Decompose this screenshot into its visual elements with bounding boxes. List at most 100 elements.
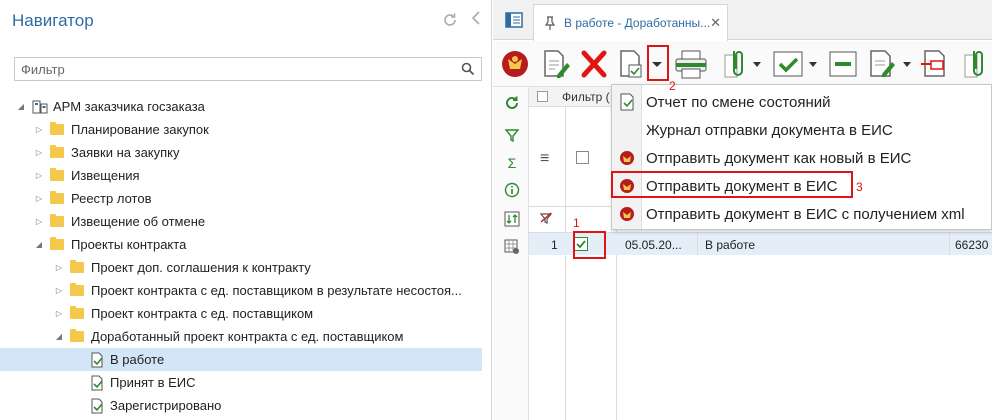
annotation-box-3 (611, 171, 853, 198)
collapsed-icon[interactable]: ▷ (34, 194, 44, 204)
expanded-icon[interactable]: ◢ (54, 332, 64, 342)
cell-status: В работе (705, 238, 756, 252)
delete-button[interactable] (579, 47, 609, 81)
expanded-icon[interactable]: ◢ (16, 102, 26, 112)
collapsed-icon[interactable]: ▷ (54, 263, 64, 273)
annotation-box-2 (647, 45, 669, 81)
tab-in-progress[interactable]: В работе - Доработанны... ✕ (533, 4, 728, 41)
remove-button[interactable] (827, 47, 859, 81)
workstation-icon (32, 100, 48, 113)
tree-item-label: Зарегистрировано (110, 398, 222, 413)
tree-item-label: АРМ заказчика госзаказа (53, 99, 205, 114)
tree-item-label: Извещение об отмене (71, 214, 206, 229)
state-document-button[interactable] (617, 47, 645, 81)
tree-item-revised-single-supplier[interactable]: ◢ Доработанный проект контракта с ед. по… (0, 325, 482, 348)
print-button[interactable] (673, 47, 709, 81)
expanded-icon[interactable]: ◢ (34, 240, 44, 250)
column-divider (697, 233, 698, 255)
tree-item-label: Извещения (71, 168, 140, 183)
menu-item-send-log[interactable]: Журнал отправки документа в ЕИС (612, 116, 991, 144)
filter-input[interactable] (15, 58, 455, 80)
folder-icon (50, 145, 64, 158)
sort-icon[interactable] (504, 211, 520, 227)
table-settings-icon[interactable] (504, 239, 520, 255)
navigator-toggle-icon[interactable] (505, 12, 523, 28)
column-divider (949, 233, 950, 255)
tree-item-label: Планирование закупок (71, 122, 209, 137)
row-number: 1 (551, 238, 558, 252)
sign-document-button[interactable] (867, 47, 899, 81)
select-all-checkbox[interactable] (576, 151, 589, 164)
cell-code: 66230 (955, 238, 989, 252)
tree-item-notices[interactable]: ▷ Извещения (0, 164, 482, 187)
annotation-number-1: 1 (573, 216, 580, 230)
document-edit-icon (91, 352, 103, 367)
menu-item-label: Отправить документ в ЕИС с получением xm… (646, 205, 965, 223)
tree-item-single-supplier-failed[interactable]: ▷ Проект контракта с ед. поставщиком в р… (0, 279, 482, 302)
attachment-button[interactable] (719, 47, 749, 81)
tree-item-label: Проект контракта с ед. поставщиком (91, 306, 314, 321)
tree-item-accepted-eis[interactable]: Принят в ЕИС (0, 371, 482, 394)
annotation-number-2: 2 (669, 79, 676, 93)
menu-icon[interactable]: ≡ (540, 150, 549, 168)
tree-item-lots[interactable]: ▷ Реестр лотов (0, 187, 482, 210)
annotation-number-3: 3 (856, 180, 863, 194)
navigator-filter[interactable] (14, 57, 482, 81)
attachment-button[interactable] (959, 47, 989, 81)
menu-item-send-as-new[interactable]: Отправить документ как новый в ЕИС (612, 144, 991, 172)
emblem-icon (502, 51, 528, 77)
collapsed-icon[interactable]: ▷ (34, 171, 44, 181)
tree-item-label: Доработанный проект контракта с ед. пост… (91, 329, 404, 344)
collapsed-icon[interactable]: ▷ (54, 286, 64, 296)
tree-item-label: Проект доп. соглашения к контракту (91, 260, 311, 275)
annotation-box-1 (573, 231, 606, 259)
tab-bar: В работе - Доработанны... ✕ (493, 0, 992, 41)
search-icon[interactable] (461, 62, 475, 76)
edit-document-button[interactable] (541, 47, 571, 81)
tree-item-label: Заявки на закупку (71, 145, 180, 160)
tree-item-cancel-notice[interactable]: ▷ Извещение об отмене (0, 210, 482, 233)
folder-icon (70, 260, 84, 273)
send-document-button[interactable] (919, 47, 951, 81)
clear-filter-icon[interactable] (539, 212, 553, 227)
emblem-icon (620, 207, 634, 221)
collapse-panel-icon[interactable] (471, 10, 485, 28)
chevron-down-icon[interactable] (901, 47, 913, 81)
approve-button[interactable] (771, 47, 805, 81)
report-icon (620, 93, 634, 111)
tree-item-label: Проект контракта с ед. поставщиком в рез… (91, 283, 462, 298)
folder-icon (70, 306, 84, 319)
navigator-title: Навигатор (12, 11, 94, 30)
refresh-icon[interactable] (504, 95, 520, 111)
grid-filter-checkbox[interactable] (537, 91, 548, 102)
tree-item-label: Принят в ЕИС (110, 375, 196, 390)
tree-item-label: В работе (110, 352, 165, 367)
refresh-icon[interactable] (442, 12, 458, 28)
grid-filter-label: Фильтр ( (562, 90, 610, 104)
document-edit-icon (91, 375, 103, 390)
collapsed-icon[interactable]: ▷ (34, 217, 44, 227)
tree-item-registered[interactable]: Зарегистрировано (0, 394, 482, 417)
tree-item-single-supplier[interactable]: ▷ Проект контракта с ед. поставщиком (0, 302, 482, 325)
tree-item-addendum-project[interactable]: ▷ Проект доп. соглашения к контракту (0, 256, 482, 279)
folder-icon (50, 214, 64, 227)
filter-icon[interactable] (504, 127, 520, 143)
tree-item-in-progress[interactable]: В работе (0, 348, 482, 371)
chevron-down-icon[interactable] (751, 47, 763, 81)
toolbar (493, 41, 992, 87)
close-icon[interactable]: ✕ (710, 15, 721, 31)
tree-item-arm[interactable]: ◢ АРМ заказчика госзаказа (0, 95, 482, 118)
info-icon[interactable] (504, 182, 520, 198)
folder-icon (50, 168, 64, 181)
tree-item-planning[interactable]: ▷ Планирование закупок (0, 118, 482, 141)
tab-label: В работе - Доработанны... (564, 16, 710, 30)
chevron-down-icon[interactable] (807, 47, 819, 81)
menu-item-send-with-xml[interactable]: Отправить документ в ЕИС с получением xm… (612, 200, 991, 228)
tree-item-requests[interactable]: ▷ Заявки на закупку (0, 141, 482, 164)
pin-icon[interactable] (544, 16, 556, 30)
collapsed-icon[interactable]: ▷ (34, 148, 44, 158)
collapsed-icon[interactable]: ▷ (34, 125, 44, 135)
sum-icon[interactable]: Σ (504, 155, 520, 171)
collapsed-icon[interactable]: ▷ (54, 309, 64, 319)
tree-item-contract-projects[interactable]: ◢ Проекты контракта (0, 233, 482, 256)
